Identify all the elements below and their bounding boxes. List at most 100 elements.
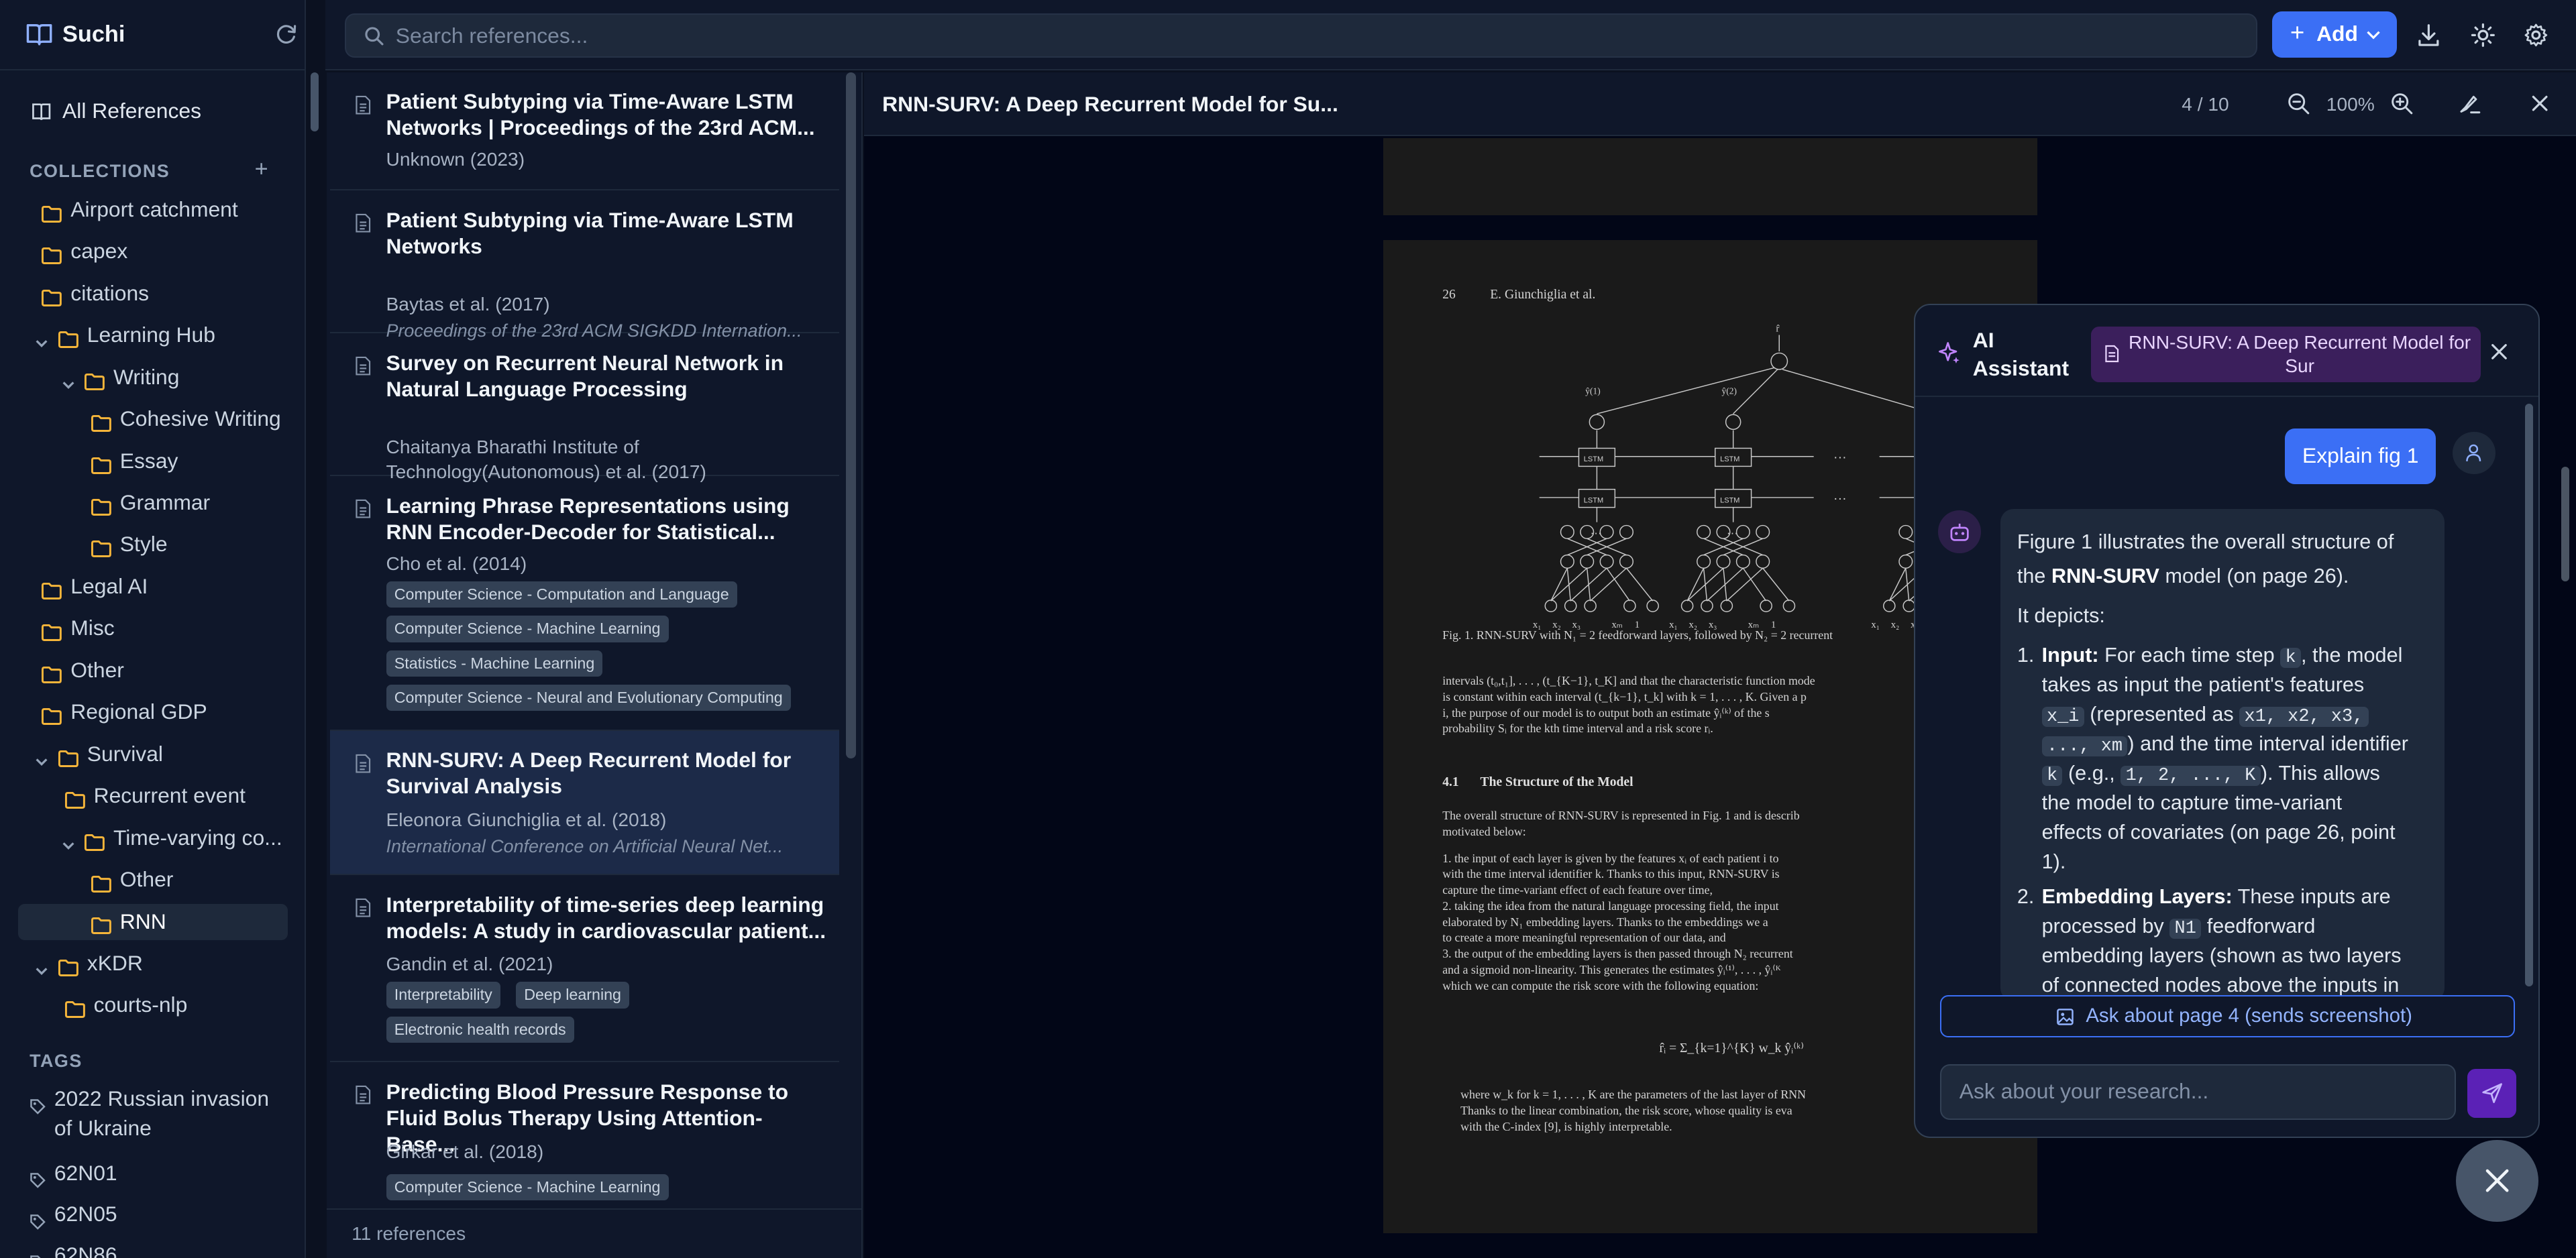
- reference-item[interactable]: RNN-SURV: A Deep Recurrent Model for Sur…: [330, 730, 840, 876]
- chevron-down-icon[interactable]: [34, 956, 49, 976]
- collection-label: xKDR: [87, 950, 143, 975]
- inline-code: N1: [2169, 918, 2202, 939]
- collection-item[interactable]: Writing: [18, 359, 288, 396]
- search-box[interactable]: [345, 13, 2257, 58]
- collection-label: Other: [119, 867, 174, 892]
- collection-item[interactable]: Other: [18, 862, 288, 899]
- reference-tag[interactable]: Deep learning: [515, 982, 630, 1009]
- download-icon[interactable]: [2416, 23, 2441, 48]
- collection-label: Survival: [87, 741, 163, 766]
- send-button[interactable]: [2467, 1068, 2517, 1119]
- reference-tag[interactable]: Interpretability: [386, 982, 500, 1009]
- reference-item[interactable]: Predicting Blood Pressure Response to Fl…: [330, 1062, 840, 1227]
- tag-icon: [30, 1166, 46, 1189]
- collection-item[interactable]: courts-nlp: [18, 988, 288, 1024]
- collection-item[interactable]: Style: [18, 527, 288, 563]
- assistant-scrollbar[interactable]: [2524, 404, 2533, 987]
- gear-icon[interactable]: [2524, 23, 2548, 48]
- viewer-scrollbar[interactable]: [2561, 466, 2570, 581]
- collection-item[interactable]: Airport catchment: [18, 192, 288, 229]
- tag-label: 62N05: [54, 1201, 117, 1226]
- zoom-in-icon[interactable]: [2390, 92, 2413, 115]
- context-document-chip[interactable]: RNN-SURV: A Deep Recurrent Model for Sur: [2091, 326, 2481, 383]
- page-text-line: where w_k for k = 1, . . . , K are the p…: [1460, 1088, 1807, 1102]
- all-references-item[interactable]: All References: [18, 92, 288, 131]
- folder-icon: [91, 451, 112, 474]
- refresh-icon[interactable]: [274, 23, 297, 46]
- chevron-down-icon[interactable]: [61, 830, 76, 850]
- chevron-down-icon[interactable]: [61, 369, 76, 389]
- collection-item[interactable]: Regional GDP: [18, 695, 288, 731]
- search-input[interactable]: [395, 19, 2203, 52]
- assistant-message: Figure 1 illustrates the overall structu…: [2000, 508, 2445, 1002]
- reference-item[interactable]: Survey on Recurrent Neural Network in Na…: [330, 333, 840, 482]
- page-text-line: i, the purpose of our model is to output…: [1442, 705, 1770, 720]
- collection-item[interactable]: Grammar: [18, 485, 288, 522]
- reference-title: RNN-SURV: A Deep Recurrent Model for Sur…: [386, 748, 792, 799]
- collection-item[interactable]: RNN: [17, 904, 288, 941]
- all-references-label: All References: [62, 98, 202, 123]
- assistant-input[interactable]: [1959, 1076, 2436, 1106]
- svg-text:ŷ(1): ŷ(1): [1585, 386, 1600, 396]
- add-button[interactable]: + Add: [2271, 11, 2398, 58]
- collection-item[interactable]: Learning Hub: [18, 318, 288, 354]
- chevron-down-icon[interactable]: [34, 746, 49, 766]
- ask-about-page-button[interactable]: Ask about page 4 (sends screenshot): [1939, 994, 2515, 1038]
- reference-list: Patient Subtyping via Time-Aware LSTM Ne…: [327, 72, 863, 1258]
- collection-item[interactable]: capex: [18, 234, 288, 270]
- reference-title: Interpretability of time-series deep lea…: [386, 892, 826, 943]
- zoom-out-icon[interactable]: [2287, 92, 2310, 115]
- page-text-line: probability Sᵢ for the kth time interval…: [1442, 722, 1713, 736]
- reference-item[interactable]: Learning Phrase Representations using RN…: [330, 476, 840, 731]
- assistant-line: Embedding Layers: These inputs are: [2042, 882, 2391, 911]
- collection-item[interactable]: Recurrent event: [18, 779, 288, 815]
- close-icon: [2485, 1169, 2509, 1192]
- reference-tag[interactable]: Computer Science - Machine Learning: [386, 1174, 669, 1201]
- collection-item[interactable]: Other: [18, 652, 288, 689]
- page-text-line: with the time interval identifier k. Tha…: [1442, 867, 1780, 881]
- collection-item[interactable]: Legal AI: [18, 569, 288, 606]
- assistant-input-box[interactable]: [1939, 1064, 2456, 1120]
- assistant-title: AI Assistant: [1972, 327, 2070, 380]
- svg-text:···: ···: [1727, 526, 1738, 540]
- close-assistant-fab[interactable]: [2456, 1139, 2538, 1222]
- close-icon[interactable]: [2528, 92, 2551, 115]
- document-icon: [355, 210, 371, 233]
- figure-input-label: x₁: [1871, 619, 1880, 630]
- collection-item[interactable]: Time-varying co...: [18, 820, 288, 856]
- reference-venue: International Conference on Artificial N…: [386, 836, 784, 857]
- collection-item[interactable]: xKDR: [18, 946, 288, 982]
- svg-text:···: ···: [1833, 491, 1847, 506]
- figure-input-label: x₂: [1890, 619, 1900, 630]
- sidebar-scrollbar[interactable]: [310, 72, 319, 131]
- reference-item[interactable]: Patient Subtyping via Time-Aware LSTM Ne…: [330, 190, 840, 341]
- close-icon[interactable]: [2490, 343, 2508, 361]
- collection-item[interactable]: citations: [18, 276, 288, 312]
- collection-item[interactable]: Misc: [18, 611, 288, 647]
- tag-icon: [30, 1207, 46, 1230]
- reference-item[interactable]: Patient Subtyping via Time-Aware LSTM Ne…: [330, 72, 840, 191]
- reference-list-scrollbar[interactable]: [846, 72, 856, 759]
- inline-code: x_i: [2041, 706, 2084, 727]
- document-icon: [355, 750, 371, 773]
- collection-item[interactable]: Cohesive Writing: [18, 402, 288, 438]
- collection-item[interactable]: Essay: [18, 443, 288, 479]
- sun-icon[interactable]: [2471, 23, 2496, 48]
- user-icon: [2466, 444, 2481, 461]
- reference-tag[interactable]: Statistics - Machine Learning: [386, 650, 603, 677]
- reference-tag[interactable]: Computer Science - Computation and Langu…: [386, 581, 737, 608]
- reference-item[interactable]: Interpretability of time-series deep lea…: [330, 875, 840, 1063]
- add-collection-button[interactable]: +: [255, 158, 268, 180]
- highlighter-icon[interactable]: [2458, 92, 2481, 115]
- reference-tag[interactable]: Electronic health records: [386, 1016, 574, 1043]
- list-number: 2.: [2017, 884, 2035, 908]
- plus-icon: +: [2290, 19, 2305, 47]
- collection-item[interactable]: Survival: [18, 736, 288, 773]
- assistant-line: takes as input the patient's features: [2041, 673, 2365, 696]
- inline-code: ..., xm: [2041, 736, 2128, 756]
- folder-icon: [41, 619, 62, 642]
- reference-tag[interactable]: Computer Science - Machine Learning: [386, 616, 669, 642]
- chevron-down-icon[interactable]: [34, 328, 49, 347]
- reference-tag[interactable]: Computer Science - Neural and Evolutiona…: [386, 685, 791, 711]
- brand-header: Suchi: [0, 0, 305, 71]
